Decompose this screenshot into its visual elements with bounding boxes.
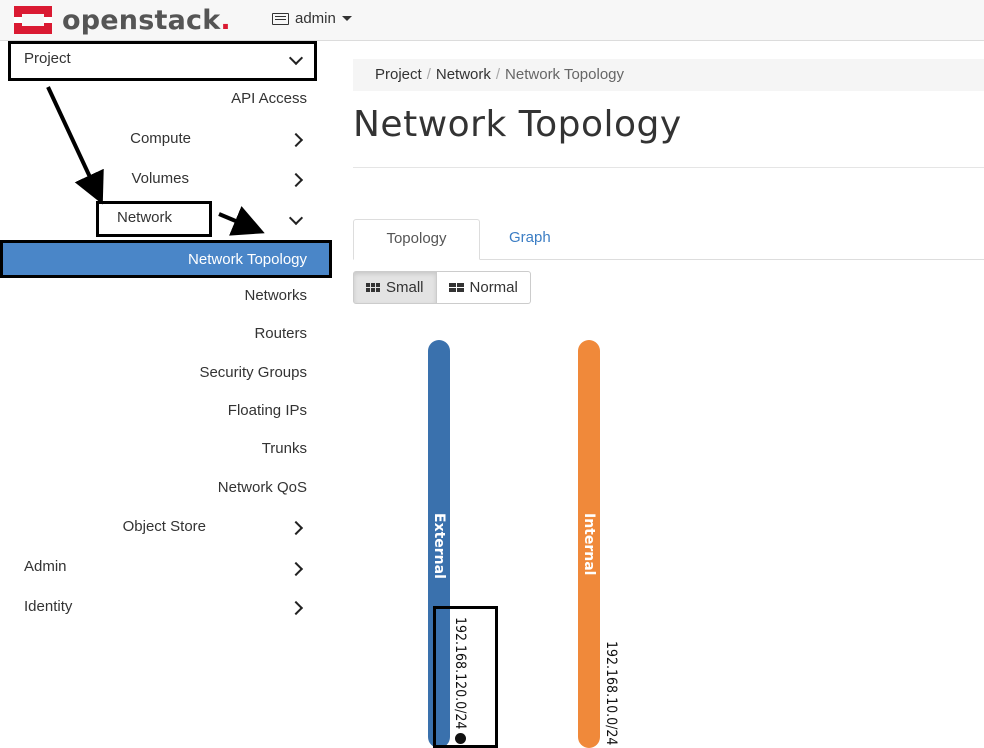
network-label-internal: Internal — [581, 513, 597, 576]
breadcrumb-project[interactable]: Project — [375, 66, 422, 83]
subnet-cidr-text: 192.168.120.0/24 — [452, 617, 468, 730]
sidebar-item-admin[interactable]: Admin — [24, 558, 67, 575]
normal-button[interactable]: Normal — [436, 271, 531, 304]
sidebar-item-trunks[interactable]: Trunks — [262, 440, 307, 457]
sidebar-item-object-store[interactable]: Object Store — [123, 518, 206, 535]
breadcrumb-current: Network Topology — [505, 66, 624, 83]
caret-down-icon — [341, 16, 352, 21]
network-label-external: External — [431, 513, 447, 579]
sidebar-item-floating-ips[interactable]: Floating IPs — [228, 402, 307, 419]
arrow-network-to-topology — [218, 206, 265, 236]
normal-button-label: Normal — [469, 279, 518, 296]
tab-topology[interactable]: Topology — [353, 219, 480, 260]
sidebar-item-identity[interactable]: Identity — [24, 598, 72, 615]
small-button[interactable]: Small — [353, 271, 437, 304]
size-toggle-group: Small Normal — [353, 271, 531, 304]
breadcrumb-network[interactable]: Network — [436, 66, 491, 83]
grid-normal-icon — [448, 283, 464, 292]
tab-graph[interactable]: Graph — [509, 229, 551, 246]
subnet-cidr-internal[interactable]: 192.168.10.0/24 — [603, 641, 619, 745]
subnet-cidr-text: 192.168.10.0/24 — [603, 641, 619, 746]
small-button-label: Small — [386, 279, 424, 296]
globe-icon — [455, 733, 466, 745]
sidebar-item-routers[interactable]: Routers — [254, 325, 307, 342]
sidebar-item-security-groups[interactable]: Security Groups — [199, 364, 307, 381]
annotation-arrows — [46, 86, 265, 236]
sidebar-item-network-qos[interactable]: Network QoS — [218, 479, 307, 496]
subnet-cidr-external[interactable]: 192.168.120.0/24 — [452, 617, 468, 745]
arrow-project-to-network — [46, 86, 104, 205]
breadcrumb: Project / Network / Network Topology — [353, 59, 984, 91]
grid-small-icon — [366, 283, 380, 292]
divider — [353, 167, 984, 168]
page-title: Network Topology — [353, 104, 682, 145]
sidebar-item-networks[interactable]: Networks — [244, 287, 307, 304]
